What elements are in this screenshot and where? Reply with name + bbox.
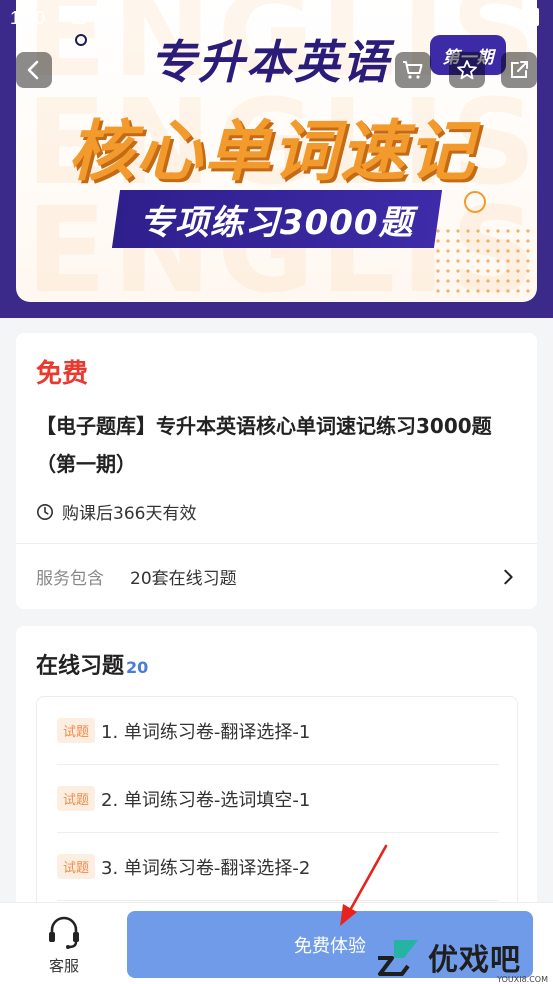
ring-decoration	[464, 191, 486, 213]
service-label: 服务包含	[36, 569, 104, 589]
wifi-icon	[499, 9, 521, 25]
exercise-count: 20	[126, 658, 149, 677]
banner-ribbon: 专项练习3000题	[111, 190, 443, 248]
section-title: 在线习题 20	[36, 648, 148, 680]
customer-service-label: 客服	[48, 957, 79, 975]
favorite-button[interactable]	[449, 52, 485, 88]
exercise-title: 2. 单词练习卷-选词填空-1	[101, 789, 311, 811]
banner-ribbon-text: 专项练习3000题	[140, 202, 414, 243]
exercise-title: 3. 单词练习卷-翻译选择-2	[101, 857, 311, 879]
cart-button[interactable]	[395, 52, 431, 88]
cart-icon	[403, 61, 423, 79]
ring-decoration	[75, 34, 87, 46]
price-label: 免费	[36, 359, 89, 389]
section-title-text: 在线习题	[36, 654, 125, 679]
back-button[interactable]	[16, 52, 52, 88]
exercise-item[interactable]: 试题 3. 单词练习卷-翻译选择-2	[57, 833, 499, 901]
dot-pattern	[433, 226, 533, 296]
status-time: 1:50	[10, 8, 46, 28]
exercise-item[interactable]: 试题 1. 单词练习卷-翻译选择-1	[57, 697, 499, 765]
banner-title-line1: 专升本英语	[150, 35, 390, 89]
exercise-tag: 试题	[57, 854, 96, 879]
brand-site: YOUXI8.COM	[497, 975, 548, 984]
validity-row: 购课后366天有效	[36, 499, 196, 524]
chevron-left-icon	[27, 60, 39, 80]
annotation-arrow-icon	[340, 844, 388, 926]
star-icon	[457, 60, 477, 80]
exercise-list-card: 在线习题 20 试题 1. 单词练习卷-翻译选择-1 试题 2. 单词练习卷-选词…	[16, 626, 537, 936]
headset-icon	[49, 916, 79, 949]
brand-logo-icon	[378, 940, 418, 976]
exercise-title: 1. 单词练习卷-翻译选择-1	[101, 721, 311, 743]
service-row[interactable]: 服务包含 20套在线习题	[16, 544, 537, 609]
validity-text: 购课后366天有效	[62, 504, 197, 524]
exercise-tag: 试题	[57, 718, 96, 743]
service-value: 20套在线习题	[130, 569, 237, 589]
exercise-list: 试题 1. 单词练习卷-翻译选择-1 试题 2. 单词练习卷-选词填空-1 试题…	[36, 696, 518, 936]
share-icon	[511, 61, 528, 78]
exercise-item[interactable]: 试题 2. 单词练习卷-选词填空-1	[57, 765, 499, 833]
site-watermark: 优戏吧 YOUXI8.COM	[374, 930, 550, 984]
course-title: 【电子题库】专升本英语核心单词速记练习3000题（第一期）	[36, 414, 492, 476]
exercise-tag: 试题	[57, 786, 96, 811]
clock-icon	[36, 503, 54, 520]
chevron-right-icon	[504, 569, 513, 584]
brand-name: 优戏吧	[428, 943, 521, 978]
course-banner: ENGLISH ENGLISH ENGLISH 专升本英语 核心单词速记 专项练…	[0, 0, 553, 318]
course-info-card: 免费 【电子题库】专升本英语核心单词速记练习3000题（第一期） 购课后366天…	[16, 333, 537, 609]
customer-service-button[interactable]: 客服	[30, 915, 98, 977]
share-button[interactable]	[501, 52, 537, 88]
battery-icon	[529, 8, 539, 26]
status-indicators	[499, 8, 539, 26]
banner-title-line2: 核心单词速记	[68, 113, 476, 190]
notification-icon	[72, 10, 86, 24]
